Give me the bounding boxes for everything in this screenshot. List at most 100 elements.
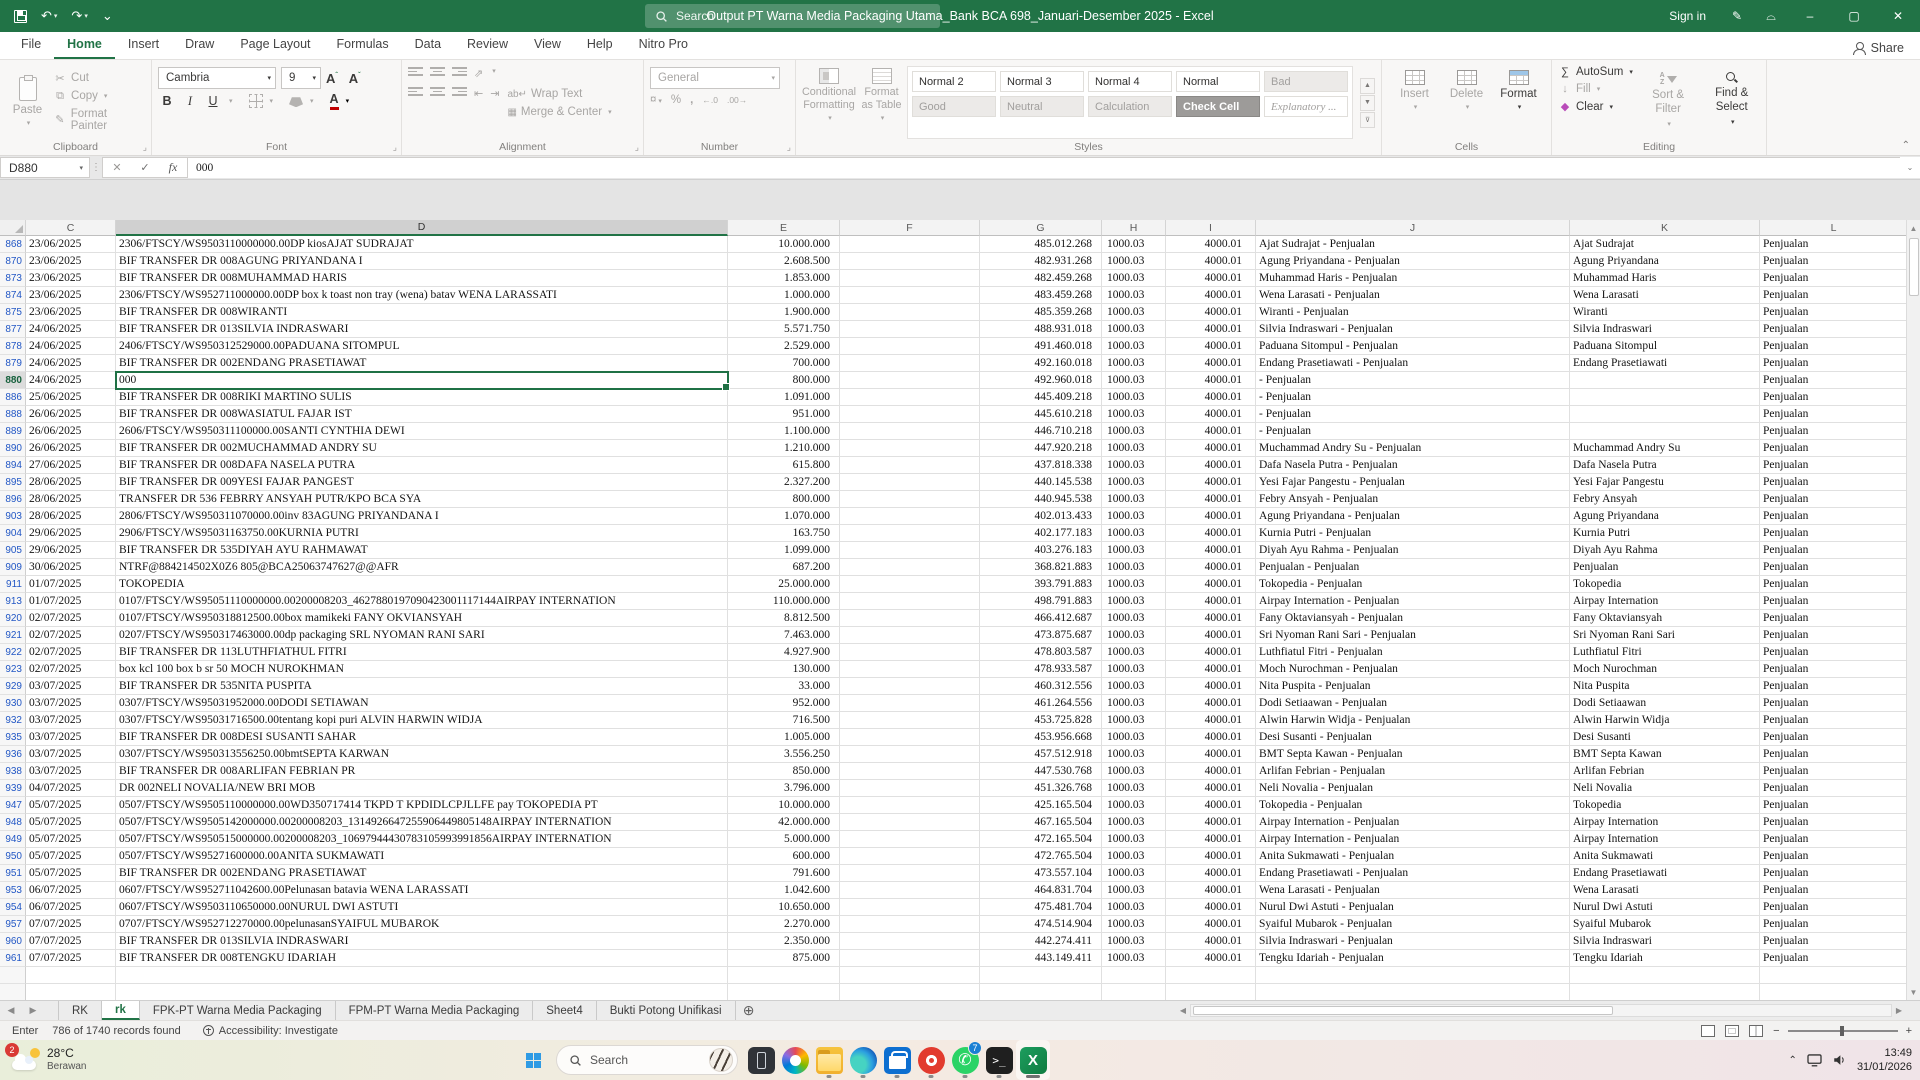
row-header-932[interactable]: 932 xyxy=(0,712,26,729)
cell-J896[interactable]: Febry Ansyah - Penjualan xyxy=(1256,491,1570,508)
cell-F903[interactable] xyxy=(840,508,980,525)
cell-D890[interactable]: BIF TRANSFER DR 002MUCHAMMAD ANDRY SU xyxy=(116,440,728,457)
cell-G868[interactable]: 485.012.268 xyxy=(980,236,1102,253)
cell-L960[interactable]: Penjualan xyxy=(1760,933,1908,950)
cell-D930[interactable]: 0307/FTSCY/WS95031952000.00DODI SETIAWAN xyxy=(116,695,728,712)
sort-filter-button[interactable]: AZ Sort & Filter ▾ xyxy=(1641,66,1696,139)
cell-C889[interactable]: 26/06/2025 xyxy=(26,423,116,440)
conditional-formatting-button[interactable]: Conditional Formatting ▾ xyxy=(802,66,856,139)
cell-F886[interactable] xyxy=(840,389,980,406)
cell-F894[interactable] xyxy=(840,457,980,474)
clipboard-dialog-launcher-icon[interactable]: ⌟ xyxy=(143,142,147,153)
cell-K930[interactable]: Dodi Setiaawan xyxy=(1570,695,1760,712)
row-header-951[interactable]: 951 xyxy=(0,865,26,882)
middle-align-icon[interactable] xyxy=(430,67,445,78)
row-header-960[interactable]: 960 xyxy=(0,933,26,950)
cell-C950[interactable]: 05/07/2025 xyxy=(26,848,116,865)
cell-H953[interactable]: 1000.03 xyxy=(1102,882,1166,899)
cell-H904[interactable]: 1000.03 xyxy=(1102,525,1166,542)
cell-G870[interactable]: 482.931.268 xyxy=(980,253,1102,270)
cell-F895[interactable] xyxy=(840,474,980,491)
cell-H879[interactable]: 1000.03 xyxy=(1102,355,1166,372)
cell-C878[interactable]: 24/06/2025 xyxy=(26,338,116,355)
cell-F920[interactable] xyxy=(840,610,980,627)
cell-H913[interactable]: 1000.03 xyxy=(1102,593,1166,610)
cell-G896[interactable]: 440.945.538 xyxy=(980,491,1102,508)
phone-link-button[interactable] xyxy=(744,1040,778,1080)
cell-I895[interactable]: 4000.01 xyxy=(1166,474,1256,491)
cell-H873[interactable]: 1000.03 xyxy=(1102,270,1166,287)
increase-font-size-button[interactable]: Aˆ xyxy=(326,71,344,86)
cell-I948[interactable]: 4000.01 xyxy=(1166,814,1256,831)
cell-D938[interactable]: BIF TRANSFER DR 008ARLIFAN FEBRIAN PR xyxy=(116,763,728,780)
cell-F921[interactable] xyxy=(840,627,980,644)
cell-G911[interactable]: 393.791.883 xyxy=(980,576,1102,593)
terminal-button[interactable] xyxy=(982,1040,1016,1080)
accounting-format-icon[interactable]: ¤ ▾ xyxy=(650,94,662,106)
cell-E868[interactable]: 10.000.000 xyxy=(728,236,840,253)
save-button[interactable] xyxy=(14,9,27,23)
cell-J877[interactable]: Silvia Indraswari - Penjualan xyxy=(1256,321,1570,338)
cell-C923[interactable]: 02/07/2025 xyxy=(26,661,116,678)
column-header-G[interactable]: G xyxy=(980,220,1102,236)
cell-K873[interactable]: Muhammad Haris xyxy=(1570,270,1760,287)
cell-J870[interactable]: Agung Priyandana - Penjualan xyxy=(1256,253,1570,270)
cell-G947[interactable]: 425.165.504 xyxy=(980,797,1102,814)
row-header-947[interactable]: 947 xyxy=(0,797,26,814)
cell-I909[interactable]: 4000.01 xyxy=(1166,559,1256,576)
row-header-873[interactable]: 873 xyxy=(0,270,26,287)
cell-F905[interactable] xyxy=(840,542,980,559)
cell-I880[interactable]: 4000.01 xyxy=(1166,372,1256,389)
style-tile-explanatory[interactable]: Explanatory ... xyxy=(1264,96,1348,117)
cell-J935[interactable]: Desi Susanti - Penjualan xyxy=(1256,729,1570,746)
cell-J936[interactable]: BMT Septa Kawan - Penjualan xyxy=(1256,746,1570,763)
cell-D905[interactable]: BIF TRANSFER DR 535DIYAH AYU RAHMAWAT xyxy=(116,542,728,559)
cell-E909[interactable]: 687.200 xyxy=(728,559,840,576)
sign-in-button[interactable]: Sign in xyxy=(1655,9,1720,23)
cell-E923[interactable]: 130.000 xyxy=(728,661,840,678)
cell-H890[interactable]: 1000.03 xyxy=(1102,440,1166,457)
cell-H878[interactable]: 1000.03 xyxy=(1102,338,1166,355)
sheet-nav-right-icon[interactable]: ▶ xyxy=(22,1001,44,1020)
cell-G923[interactable]: 478.933.587 xyxy=(980,661,1102,678)
search-highlight-image[interactable] xyxy=(709,1048,733,1072)
row-header-875[interactable]: 875 xyxy=(0,304,26,321)
cell-G921[interactable]: 473.875.687 xyxy=(980,627,1102,644)
style-tile-normal-3[interactable]: Normal 3 xyxy=(1000,71,1084,92)
cell-L929[interactable]: Penjualan xyxy=(1760,678,1908,695)
cell-D948[interactable]: 0507/FTSCY/WS9505142000000.00200008203_1… xyxy=(116,814,728,831)
edge-button[interactable] xyxy=(846,1040,880,1080)
cell-H877[interactable]: 1000.03 xyxy=(1102,321,1166,338)
cell-C868[interactable]: 23/06/2025 xyxy=(26,236,116,253)
cell-F875[interactable] xyxy=(840,304,980,321)
cell-F923[interactable] xyxy=(840,661,980,678)
display-icon[interactable] xyxy=(1807,1053,1822,1067)
cell-F879[interactable] xyxy=(840,355,980,372)
cell-G904[interactable]: 402.177.183 xyxy=(980,525,1102,542)
cell-K870[interactable]: Agung Priyandana xyxy=(1570,253,1760,270)
cell-J951[interactable]: Endang Prasetiawati - Penjualan xyxy=(1256,865,1570,882)
cell-L957[interactable]: Penjualan xyxy=(1760,916,1908,933)
cell-K889[interactable] xyxy=(1570,423,1760,440)
cell-D873[interactable]: BIF TRANSFER DR 008MUHAMMAD HARIS xyxy=(116,270,728,287)
cell-L875[interactable]: Penjualan xyxy=(1760,304,1908,321)
column-header-J[interactable]: J xyxy=(1256,220,1570,236)
column-header-D[interactable]: D xyxy=(116,220,728,236)
cell-C894[interactable]: 27/06/2025 xyxy=(26,457,116,474)
cell-E936[interactable]: 3.556.250 xyxy=(728,746,840,763)
cell-K932[interactable]: Alwin Harwin Widja xyxy=(1570,712,1760,729)
row-header-895[interactable]: 895 xyxy=(0,474,26,491)
horizontal-scrollbar[interactable]: ◀ ▶ xyxy=(1176,1003,1906,1018)
row-header-936[interactable]: 936 xyxy=(0,746,26,763)
zoom-slider[interactable] xyxy=(1787,1025,1898,1036)
cell-E932[interactable]: 716.500 xyxy=(728,712,840,729)
cell-E951[interactable]: 791.600 xyxy=(728,865,840,882)
cell-H949[interactable]: 1000.03 xyxy=(1102,831,1166,848)
format-cells-button[interactable]: Format ▾ xyxy=(1493,64,1545,139)
cell-H961[interactable]: 1000.03 xyxy=(1102,950,1166,967)
cell-K949[interactable]: Airpay Internation xyxy=(1570,831,1760,848)
row-header-922[interactable]: 922 xyxy=(0,644,26,661)
cell-L936[interactable]: Penjualan xyxy=(1760,746,1908,763)
cell-E954[interactable]: 10.650.000 xyxy=(728,899,840,916)
row-header-877[interactable]: 877 xyxy=(0,321,26,338)
